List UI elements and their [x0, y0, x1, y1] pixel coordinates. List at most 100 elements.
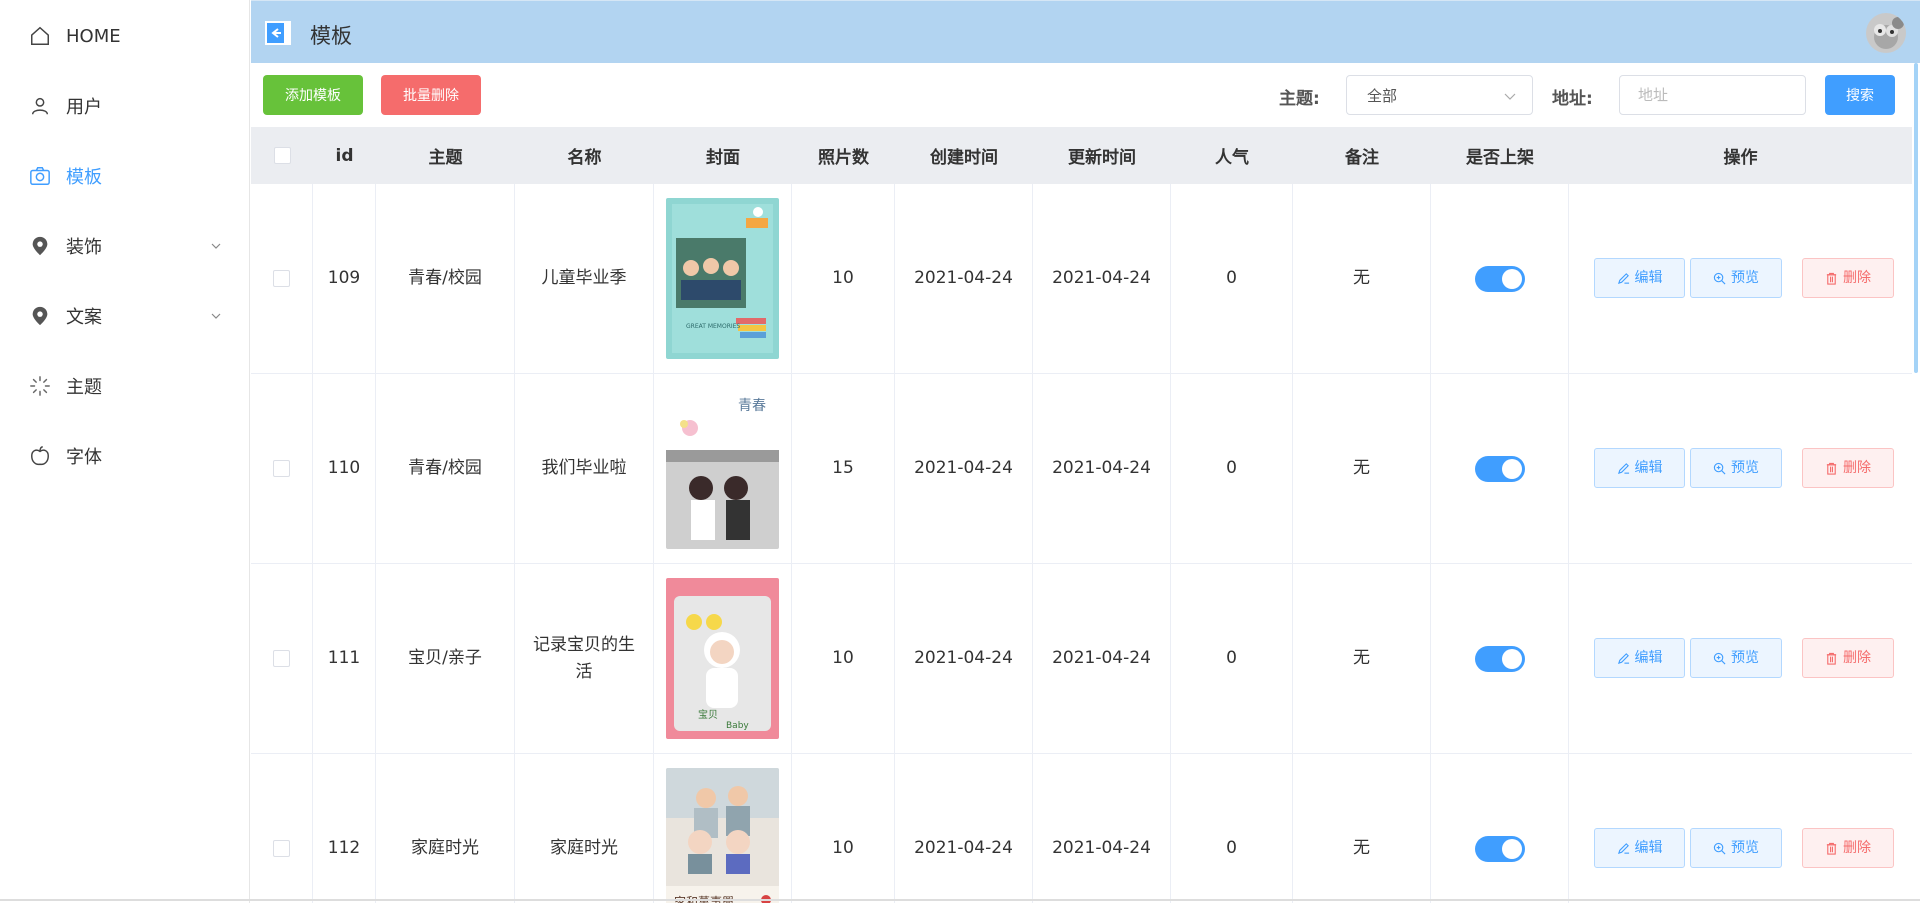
- cell-cover: 家和萬事興: [654, 754, 792, 903]
- cell-photos: 10: [792, 754, 895, 903]
- cover-image: 宝贝 Baby: [666, 578, 779, 739]
- cell-updated: 2021-04-24: [1033, 564, 1171, 753]
- sidebar-item-label: 用户: [66, 97, 102, 118]
- edit-label: 编辑: [1634, 459, 1663, 476]
- search-button[interactable]: 搜索: [1825, 75, 1895, 115]
- theme-filter-label: 主题:: [1279, 89, 1320, 109]
- sidebar-item-label: 主题: [66, 377, 102, 398]
- cell-photos: 10: [792, 564, 895, 753]
- cover-image: 家和萬事興: [666, 768, 779, 903]
- cell-updated: 2021-04-24: [1033, 374, 1171, 563]
- delete-button[interactable]: 删除: [1802, 638, 1894, 678]
- cell-listed: [1431, 564, 1569, 753]
- edit-icon: [1617, 652, 1629, 664]
- row-checkbox[interactable]: [273, 840, 290, 857]
- apple-icon: [31, 446, 49, 466]
- preview-label: 预览: [1731, 269, 1759, 286]
- cell-photos: 10: [792, 184, 895, 373]
- cell-listed: [1431, 374, 1569, 563]
- cover-image: 青春: [666, 388, 779, 549]
- cell-cover: 宝贝 Baby: [654, 564, 792, 753]
- add-template-button[interactable]: 添加模板: [263, 75, 363, 115]
- trash-icon: [1826, 462, 1837, 475]
- collapse-sidebar-icon[interactable]: [265, 21, 291, 45]
- column-header-listed: 是否上架: [1466, 148, 1534, 168]
- scrollbar[interactable]: [1914, 63, 1918, 373]
- row-checkbox[interactable]: [273, 460, 290, 477]
- preview-label: 预览: [1731, 839, 1759, 856]
- column-header-remark: 备注: [1345, 148, 1379, 168]
- sidebar-item-users[interactable]: 用户: [0, 71, 249, 141]
- edit-icon: [1617, 842, 1629, 854]
- avatar[interactable]: [1866, 13, 1906, 53]
- cell-actions: 编辑 预览 删除: [1569, 184, 1912, 373]
- cell-name: 记录宝贝的生活: [515, 564, 654, 753]
- zoom-in-icon: [1713, 272, 1726, 284]
- row-select-cell: [251, 564, 313, 753]
- edit-icon: [1617, 272, 1629, 284]
- cell-cover: 青春: [654, 374, 792, 563]
- cell-remark: 无: [1293, 374, 1431, 563]
- cell-remark: 无: [1293, 754, 1431, 903]
- divider: [0, 899, 1920, 901]
- cell-remark: 无: [1293, 564, 1431, 753]
- cell-popularity: 0: [1171, 754, 1293, 903]
- cell-id: 111: [313, 564, 376, 753]
- svg-text:Baby: Baby: [726, 721, 749, 731]
- batch-delete-button[interactable]: 批量删除: [381, 75, 481, 115]
- row-checkbox[interactable]: [273, 270, 290, 287]
- sidebar-item-themes[interactable]: 主题: [0, 351, 249, 421]
- row-select-cell: [251, 754, 313, 903]
- address-input[interactable]: [1619, 75, 1806, 115]
- cell-name: 我们毕业啦: [515, 374, 654, 563]
- preview-label: 预览: [1731, 649, 1759, 666]
- sidebar-item-label: 模板: [66, 167, 102, 188]
- sidebar-item-decoration[interactable]: 装饰: [0, 211, 249, 281]
- sidebar-item-templates[interactable]: 模板: [0, 141, 249, 211]
- zoom-in-icon: [1713, 652, 1726, 664]
- row-checkbox[interactable]: [273, 650, 290, 667]
- sidebar-item-label: HOME: [66, 25, 121, 47]
- delete-label: 删除: [1843, 649, 1871, 666]
- row-select-cell: [251, 184, 313, 373]
- preview-label: 预览: [1731, 459, 1759, 476]
- cell-created: 2021-04-24: [895, 374, 1033, 563]
- sidebar-item-fonts[interactable]: 字体: [0, 421, 249, 491]
- listed-toggle[interactable]: [1474, 265, 1525, 292]
- edit-button[interactable]: 编辑: [1594, 638, 1685, 678]
- preview-button[interactable]: 预览: [1690, 638, 1782, 678]
- preview-button[interactable]: 预览: [1690, 258, 1782, 298]
- theme-select[interactable]: 全部: [1346, 75, 1533, 115]
- table-header: id 主题 名称 封面 照片数 创建时间 更新时间 人气 备注 是否上架 操作: [251, 127, 1912, 184]
- listed-toggle[interactable]: [1474, 835, 1525, 862]
- cell-created: 2021-04-24: [895, 184, 1033, 373]
- delete-label: 删除: [1843, 839, 1871, 856]
- table-row: 109 青春/校园 儿童毕业季 GREAT MEMORIES 10 2021-0…: [251, 184, 1912, 374]
- cell-popularity: 0: [1171, 564, 1293, 753]
- delete-button[interactable]: 删除: [1802, 828, 1894, 868]
- cell-listed: [1431, 754, 1569, 903]
- edit-button[interactable]: 编辑: [1594, 258, 1685, 298]
- edit-icon: [1617, 462, 1629, 474]
- delete-button[interactable]: 删除: [1802, 258, 1894, 298]
- loading-icon: [30, 376, 50, 396]
- cell-actions: 编辑 预览 删除: [1569, 754, 1912, 903]
- edit-label: 编辑: [1634, 839, 1663, 856]
- svg-text:GREAT MEMORIES: GREAT MEMORIES: [686, 323, 740, 330]
- preview-button[interactable]: 预览: [1690, 828, 1782, 868]
- edit-label: 编辑: [1634, 269, 1663, 286]
- delete-button[interactable]: 删除: [1802, 448, 1894, 488]
- select-all-checkbox[interactable]: [273, 147, 291, 164]
- location-pin-icon: [32, 306, 48, 326]
- preview-button[interactable]: 预览: [1690, 448, 1782, 488]
- listed-toggle[interactable]: [1474, 455, 1525, 482]
- sidebar-item-label: 字体: [66, 447, 102, 468]
- edit-button[interactable]: 编辑: [1594, 448, 1685, 488]
- edit-label: 编辑: [1634, 649, 1663, 666]
- sidebar-item-home[interactable]: HOME: [0, 1, 249, 71]
- sidebar-item-copywriting[interactable]: 文案: [0, 281, 249, 351]
- listed-toggle[interactable]: [1474, 645, 1525, 672]
- column-header-id: id: [335, 145, 354, 166]
- cell-id: 109: [313, 184, 376, 373]
- edit-button[interactable]: 编辑: [1594, 828, 1685, 868]
